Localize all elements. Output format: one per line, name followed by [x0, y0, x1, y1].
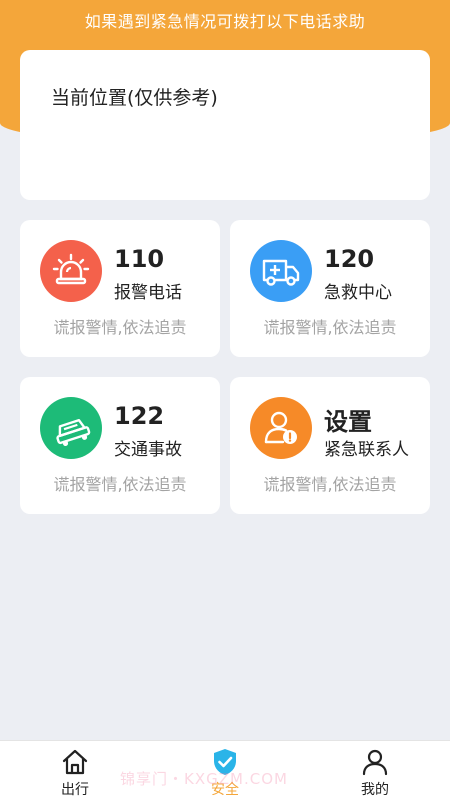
card-number: 110	[114, 245, 165, 273]
nav-label: 我的	[361, 782, 389, 798]
card-title: 交通事故	[114, 440, 182, 460]
watermark: 锦享门・KXGZM.COM	[120, 770, 288, 788]
card-note: 谎报警情,依法追责	[263, 475, 397, 494]
card-number: 设置	[324, 408, 372, 436]
police-siren-icon	[40, 240, 102, 302]
card-number: 122	[114, 402, 165, 430]
nav-item-mine[interactable]: 我的	[345, 747, 405, 799]
card-note: 谎报警情,依法追责	[53, 475, 187, 494]
home-icon	[62, 749, 88, 775]
card-note: 谎报警情,依法追责	[263, 318, 397, 337]
nav-label: 出行	[61, 782, 89, 798]
emergency-contact-icon	[250, 397, 312, 459]
card-number: 120	[324, 245, 375, 273]
nav-item-travel[interactable]: 出行	[45, 747, 105, 799]
ambulance-icon	[250, 240, 312, 302]
banner-text: 如果遇到紧急情况可拨打以下电话求助	[84, 12, 366, 31]
card-note: 谎报警情,依法追责	[53, 318, 187, 337]
car-accident-icon	[40, 397, 102, 459]
card-title: 急救中心	[324, 283, 392, 303]
emergency-contact-card[interactable]: 设置 紧急联系人 谎报警情,依法追责	[230, 377, 430, 514]
location-card[interactable]: 当前位置(仅供参考)	[20, 50, 430, 200]
person-icon	[362, 749, 388, 776]
emergency-card-122[interactable]: 122 交通事故 谎报警情,依法追责	[20, 377, 220, 514]
card-title: 报警电话	[114, 283, 182, 303]
card-title: 紧急联系人	[324, 440, 409, 460]
emergency-card-120[interactable]: 120 急救中心 谎报警情,依法追责	[230, 220, 430, 357]
emergency-card-110[interactable]: 110 报警电话 谎报警情,依法追责	[20, 220, 220, 357]
location-label: 当前位置(仅供参考)	[51, 87, 218, 109]
